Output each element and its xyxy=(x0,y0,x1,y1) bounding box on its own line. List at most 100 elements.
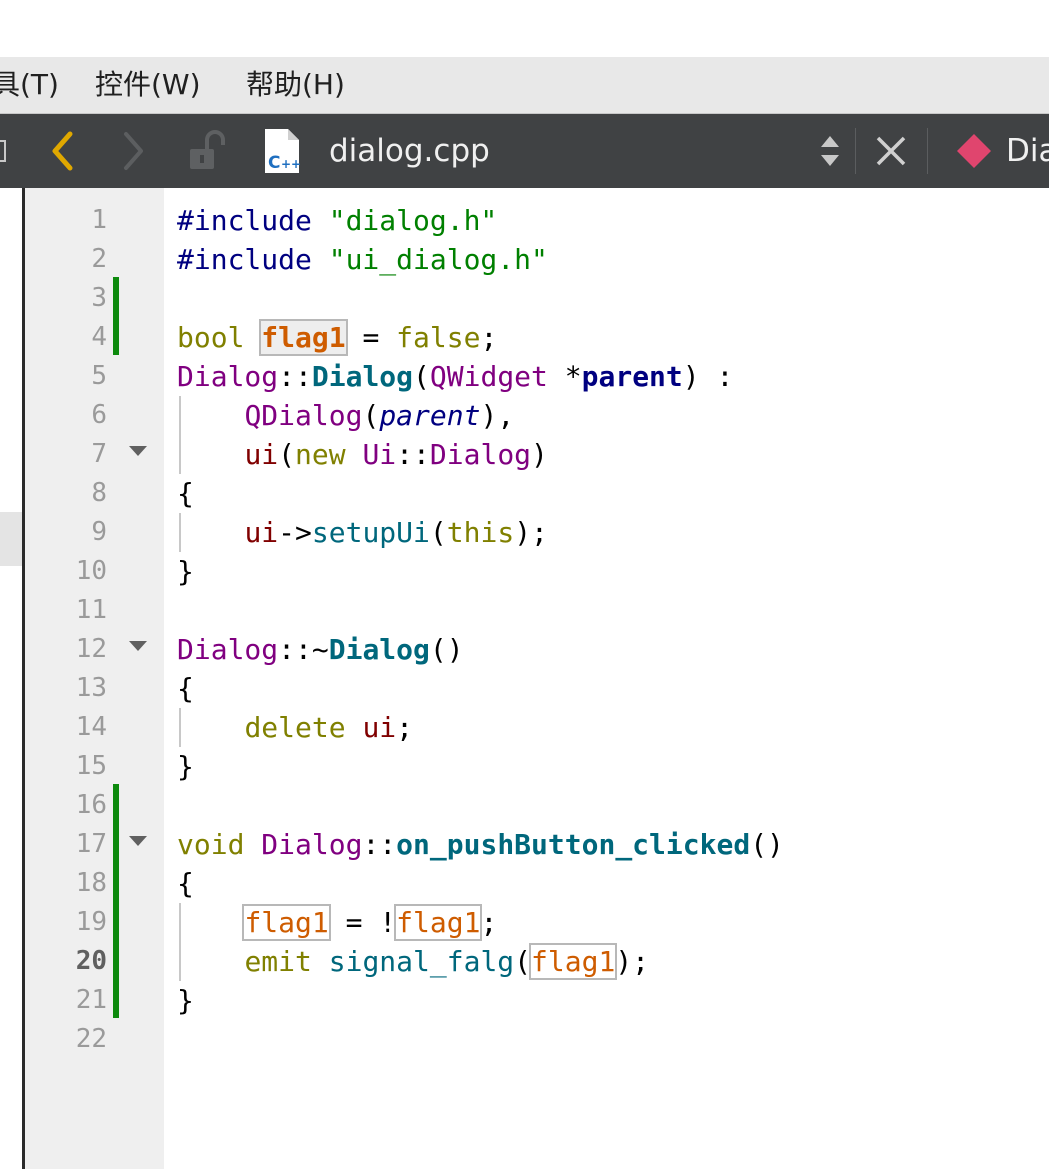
change-marker xyxy=(113,784,119,1018)
punctuation: ); xyxy=(514,516,548,549)
punctuation: ), xyxy=(480,399,515,432)
function-name: on_pushButton_clicked xyxy=(396,828,751,861)
close-icon[interactable] xyxy=(872,114,910,188)
operator: :: xyxy=(278,360,312,393)
highlighted-symbol: flag1 xyxy=(529,943,618,980)
punctuation: () xyxy=(750,828,784,861)
punctuation: () xyxy=(429,633,464,666)
string-literal: "dialog.h" xyxy=(328,204,498,237)
line-number: 21 xyxy=(75,985,107,1015)
menu-widgets[interactable]: 控件(W) xyxy=(95,67,201,103)
punctuation: ; xyxy=(396,711,414,744)
namespace-name: Ui xyxy=(362,438,397,471)
punctuation: ( xyxy=(429,516,447,549)
menu-help[interactable]: 帮助(H) xyxy=(246,67,345,103)
fold-arrow-icon[interactable] xyxy=(129,641,147,651)
line-number: 15 xyxy=(75,751,107,781)
highlighted-symbol: flag1 xyxy=(242,904,331,941)
function-name: Dialog xyxy=(311,360,414,393)
operator: * xyxy=(547,360,582,393)
code-line: } xyxy=(177,552,194,591)
line-number: 16 xyxy=(75,790,107,820)
up-down-icon[interactable] xyxy=(817,114,843,188)
document-filename[interactable]: dialog.cpp xyxy=(329,130,490,172)
brace: { xyxy=(177,867,194,900)
code-line: ui->setupUi(this); xyxy=(177,513,548,552)
line-number: 19 xyxy=(75,907,107,937)
toolbar-divider xyxy=(855,128,856,174)
code-line: { xyxy=(177,669,194,708)
line-number: 1 xyxy=(91,205,107,235)
code-line: } xyxy=(177,747,194,786)
menu-bar: 具(T) 控件(W) 帮助(H) xyxy=(0,57,1049,114)
operator: = xyxy=(345,321,397,354)
line-number: 10 xyxy=(75,556,107,586)
code-line: Dialog::Dialog(QWidget *parent) : xyxy=(177,357,733,396)
punctuation: ; xyxy=(480,321,498,354)
code-line: flag1 = !flag1; xyxy=(177,903,497,942)
fold-arrow-icon[interactable] xyxy=(129,446,147,456)
line-number: 6 xyxy=(91,400,107,430)
class-name: Dialog xyxy=(261,828,363,861)
line-number: 12 xyxy=(75,634,107,664)
lock-icon[interactable] xyxy=(185,114,229,188)
code-line: delete ui; xyxy=(177,708,413,747)
string-literal: "ui_dialog.h" xyxy=(328,243,548,276)
punctuation: ; xyxy=(480,906,498,939)
operator: = ! xyxy=(328,906,397,939)
keyword: emit xyxy=(244,945,312,978)
line-number: 11 xyxy=(75,595,107,625)
operator: -> xyxy=(278,516,312,549)
code-line: { xyxy=(177,474,194,513)
keyword: false xyxy=(396,321,481,354)
side-panel xyxy=(0,188,22,1169)
line-number: 2 xyxy=(91,244,107,274)
line-number: 18 xyxy=(75,868,107,898)
keyword: void xyxy=(177,828,245,861)
line-number: 3 xyxy=(91,283,107,313)
punctuation: ( xyxy=(278,438,296,471)
window-top xyxy=(0,0,1049,57)
cpp-file-icon: C ++ xyxy=(260,114,304,188)
menu-tools[interactable]: 具(T) xyxy=(0,67,59,103)
function-name: setupUi xyxy=(311,516,430,549)
keyword: new xyxy=(295,438,346,471)
code-line-current: emit signal_falg(flag1); xyxy=(177,942,649,981)
highlighted-symbol: flag1 xyxy=(394,904,483,941)
function-name: signal_falg xyxy=(328,945,515,978)
operator: :: xyxy=(396,438,430,471)
keyword: delete xyxy=(244,711,346,744)
line-number: 7 xyxy=(91,439,107,469)
split-icon[interactable] xyxy=(0,114,10,188)
punctuation: ( xyxy=(514,945,532,978)
forward-arrow-icon[interactable] xyxy=(116,114,150,188)
line-number: 17 xyxy=(75,829,107,859)
class-name: QDialog xyxy=(244,399,363,432)
symbol-selector[interactable]: Dia xyxy=(1006,130,1049,172)
punctuation: ( xyxy=(362,399,380,432)
change-marker xyxy=(113,277,119,355)
punctuation: ) : xyxy=(682,360,734,393)
code-line: { xyxy=(177,864,194,903)
brace: } xyxy=(177,555,194,588)
code-line: Dialog::~Dialog() xyxy=(177,630,464,669)
fold-arrow-icon[interactable] xyxy=(129,836,147,846)
back-arrow-icon[interactable] xyxy=(46,114,80,188)
editor-toolbar: C ++ xyxy=(0,114,1049,188)
class-icon xyxy=(952,114,996,188)
class-name: Dialog xyxy=(177,360,279,393)
class-name: Dialog xyxy=(429,438,532,471)
member-field: ui xyxy=(362,711,397,744)
class-name: Dialog xyxy=(177,633,279,666)
svg-text:C: C xyxy=(268,153,280,173)
brace: { xyxy=(177,672,194,705)
parameter: parent xyxy=(581,360,683,393)
